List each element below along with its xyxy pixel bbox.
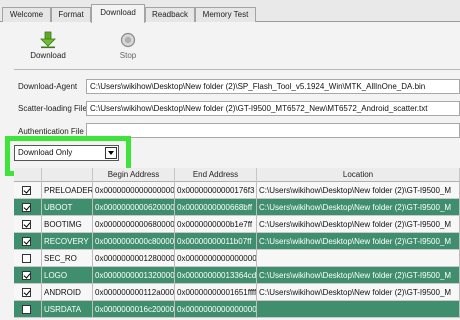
begin-address: 0x0000000000c80000 — [93, 233, 175, 250]
tab-bar: Welcome Format Download Readback Memory … — [0, 0, 460, 23]
row-checkbox[interactable] — [22, 305, 31, 314]
file-location[interactable]: C:\Users\wikihow\Desktop\New folder (2)\… — [257, 233, 460, 250]
begin-address: 0x0000000016c20000 — [93, 301, 175, 318]
partition-name: SEC_RO — [42, 250, 93, 267]
begin-address: 0x0000000001280000 — [93, 250, 175, 267]
table-row[interactable]: ANDROID 0x000000000112a0000 0x000000000016… — [14, 284, 460, 301]
stop-button-label: Stop — [119, 51, 137, 60]
table-body: PRELOADER 0x0000000000000000 0x00000000000… — [14, 182, 460, 318]
partition-name: UBOOT — [42, 199, 93, 216]
end-address: 0x0000000000000000 — [175, 250, 257, 267]
begin-address: 0x0000000000620000 — [93, 199, 175, 216]
tab-memory-test[interactable]: Memory Test — [195, 7, 256, 22]
row-checkbox[interactable] — [22, 254, 31, 263]
end-address: 0x00000000011b07ff — [175, 233, 257, 250]
stop-icon — [120, 32, 136, 48]
column-header-select[interactable] — [14, 168, 42, 182]
tab-readback[interactable]: Readback — [145, 7, 195, 22]
row-checkbox-cell — [14, 199, 42, 216]
tab-format[interactable]: Format — [51, 7, 91, 22]
table-row[interactable]: BOOTIMG 0x0000000000680000 0x0000000000b1e… — [14, 216, 460, 233]
row-checkbox-cell — [14, 301, 42, 318]
partition-name: PRELOADER — [42, 182, 93, 199]
end-address: 0x0000000000b1e7ff — [175, 216, 257, 233]
end-address: 0x00000000013364cdf — [175, 267, 257, 284]
download-arrow-icon — [40, 31, 56, 49]
column-header-name[interactable] — [42, 168, 93, 182]
row-checkbox[interactable] — [22, 203, 31, 212]
end-address: 0x0000000000668bff — [175, 199, 257, 216]
toolbar-divider — [14, 69, 460, 70]
download-mode-selected-value: Download Only — [18, 148, 73, 157]
scatter-file-label: Scatter-loading File — [18, 104, 87, 113]
tab-welcome[interactable]: Welcome — [2, 7, 51, 22]
row-checkbox-cell — [14, 250, 42, 267]
file-location[interactable]: C:\Users\wikihow\Desktop\New folder (2)\… — [257, 267, 460, 284]
scatter-file-field[interactable]: C:\Users\wikihow\Desktop\New folder (2)\… — [86, 101, 460, 116]
begin-address: 0x000000000112a0000 — [93, 284, 175, 301]
row-checkbox[interactable] — [22, 288, 31, 297]
row-checkbox-cell — [14, 284, 42, 301]
table-row[interactable]: PRELOADER 0x0000000000000000 0x00000000000… — [14, 182, 460, 199]
table-row[interactable]: SEC_RO 0x0000000001280000 0x00000000000000… — [14, 250, 460, 267]
file-location[interactable]: C:\Users\wikihow\Desktop\New folder (2)\… — [257, 216, 460, 233]
table-row[interactable]: UBOOT 0x0000000000620000 0x0000000000668bf… — [14, 199, 460, 216]
end-address: 0x0000000000000000 — [175, 301, 257, 318]
download-button-label: Download — [30, 51, 66, 60]
file-location[interactable] — [257, 301, 460, 318]
column-header-begin-address[interactable]: Begin Address — [93, 168, 175, 182]
table-header: Begin Address End Address Location — [14, 168, 460, 182]
partition-name: LOGO — [42, 267, 93, 284]
table-row[interactable]: LOGO 0x0000000001320000 0x00000000013364cd… — [14, 267, 460, 284]
row-checkbox-cell — [14, 233, 42, 250]
download-mode-select[interactable]: Download Only — [14, 145, 119, 161]
partition-name: RECOVERY — [42, 233, 93, 250]
end-address: 0x00000000000176f3 — [175, 182, 257, 199]
tab-download[interactable]: Download — [91, 4, 145, 23]
authentication-file-label: Authentication File — [18, 127, 84, 136]
authentication-file-field[interactable] — [86, 123, 460, 138]
end-address: 0x00000000001651ffff — [175, 284, 257, 301]
partition-table: Begin Address End Address Location PRELO… — [14, 168, 460, 318]
partition-name: BOOTIMG — [42, 216, 93, 233]
file-location[interactable]: C:\Users\wikihow\Desktop\New folder (2)\… — [257, 182, 460, 199]
row-checkbox[interactable] — [22, 220, 31, 229]
row-checkbox[interactable] — [22, 271, 31, 280]
partition-name: ANDROID — [42, 284, 93, 301]
file-location[interactable]: C:\Users\wikihow\Desktop\New folder (2)\… — [257, 284, 460, 301]
begin-address: 0x0000000000680000 — [93, 216, 175, 233]
file-location[interactable] — [257, 250, 460, 267]
download-agent-field[interactable]: C:\Users\wikihow\Desktop\New folder (2)\… — [86, 79, 460, 94]
file-location[interactable]: C:\Users\wikihow\Desktop\New folder (2)\… — [257, 199, 460, 216]
row-checkbox-cell — [14, 182, 42, 199]
row-checkbox-cell — [14, 267, 42, 284]
begin-address: 0x0000000001320000 — [93, 267, 175, 284]
row-checkbox[interactable] — [22, 186, 31, 195]
column-header-location[interactable]: Location — [257, 168, 460, 182]
row-checkbox-cell — [14, 216, 42, 233]
table-row[interactable]: USRDATA 0x0000000016c20000 0x0000000000000… — [14, 301, 460, 318]
table-row[interactable]: RECOVERY 0x0000000000c80000 0x00000000011b… — [14, 233, 460, 250]
download-agent-label: Download-Agent — [18, 82, 78, 91]
column-header-end-address[interactable]: End Address — [175, 168, 257, 182]
download-button[interactable]: Download — [26, 31, 70, 63]
row-checkbox[interactable] — [22, 237, 31, 246]
chevron-down-icon[interactable] — [105, 147, 117, 159]
begin-address: 0x0000000000000000 — [93, 182, 175, 199]
stop-button[interactable]: Stop — [106, 31, 150, 63]
partition-name: USRDATA — [42, 301, 93, 318]
